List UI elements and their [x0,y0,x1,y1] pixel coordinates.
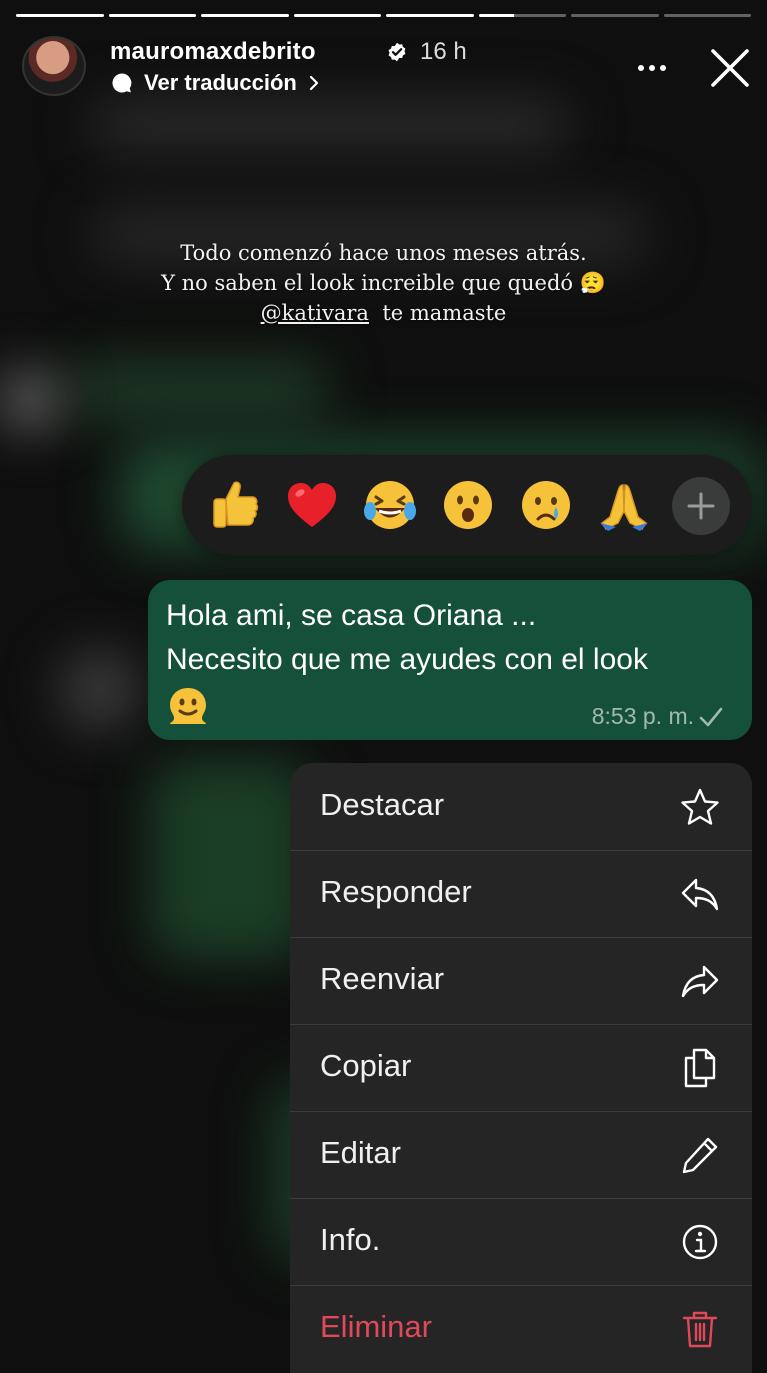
story-caption: Todo comenzó hace unos meses atrás. Y no… [0,238,767,328]
menu-item-label: Info. [320,1222,381,1257]
caption-line-3-text: te mamaste [382,301,507,325]
post-time: 16 h [420,38,467,65]
message-meta: 8:53 p. m. [592,703,724,730]
progress-segment [16,14,104,17]
info-icon [682,1224,718,1260]
crying-face-icon[interactable] [518,477,574,533]
message-context-menu: Destacar Responder Reenviar Copiar Edita… [290,763,752,1373]
menu-item-destacar[interactable]: Destacar [290,763,752,851]
story-header: mauromaxdebrito 16 h Ver traducción [22,36,749,100]
trash-icon [682,1311,718,1348]
mention-link[interactable]: @kativara [261,301,369,325]
menu-item-copiar[interactable]: Copiar [290,1024,752,1112]
chevron-right-icon [309,75,318,91]
caption-line-2: Y no saben el look increible que quedó 😮… [161,271,606,295]
username[interactable]: mauromaxdebrito [110,38,316,66]
sent-check-icon [699,707,723,726]
chat-bubble-icon [112,73,132,93]
message-line-2: Necesito que me ayudes con el look [166,643,648,676]
reaction-bar [182,455,752,555]
menu-item-label: Copiar [320,1048,412,1083]
add-reaction-button[interactable] [672,477,730,535]
menu-item-eliminar[interactable]: Eliminar [290,1285,752,1372]
surprised-face-icon[interactable] [440,477,496,533]
folded-hands-icon[interactable] [596,477,652,533]
progress-segment [293,14,381,17]
progress-segment [201,14,289,17]
translate-link[interactable]: Ver traducción [110,70,321,96]
menu-item-label: Responder [320,874,472,909]
melting-face-icon [170,688,206,724]
message-line-1: Hola ami, se casa Oriana ... [166,599,537,632]
reply-icon [681,878,719,911]
menu-item-label: Reenviar [320,961,445,996]
forward-icon [681,965,719,998]
pencil-icon [682,1137,718,1174]
close-icon[interactable] [708,46,752,90]
caption-line-1: Todo comenzó hace unos meses atrás. [180,241,587,265]
menu-item-reenviar[interactable]: Reenviar [290,937,752,1025]
progress-segment [663,14,751,17]
menu-item-label: Eliminar [320,1309,432,1344]
caption-line-3: @kativara te mamaste [0,298,767,328]
menu-item-label: Destacar [320,787,445,822]
progress-segment [386,14,474,17]
message-time: 8:53 p. m. [591,703,694,729]
menu-item-label: Editar [320,1135,401,1170]
thumbs-up-icon[interactable] [206,477,262,533]
star-icon [681,788,719,825]
progress-segment [108,14,196,17]
message-text: Hola ami, se casa Oriana ... Necesito qu… [166,594,648,741]
copy-icon [684,1048,716,1088]
laughing-tears-icon[interactable] [362,477,418,533]
translate-label: Ver traducción [144,70,297,95]
menu-item-editar[interactable]: Editar [290,1111,752,1199]
story-progress-bar [16,14,751,17]
menu-item-info[interactable]: Info. [290,1198,752,1286]
plus-icon [687,492,715,520]
progress-segment [571,14,659,17]
more-options-icon[interactable] [634,50,670,86]
avatar[interactable] [22,36,86,96]
verified-badge-icon [388,42,406,62]
message-bubble[interactable]: Hola ami, se casa Oriana ... Necesito qu… [148,580,752,740]
heart-icon[interactable] [284,477,340,533]
menu-item-responder[interactable]: Responder [290,850,752,938]
progress-segment [478,14,566,17]
